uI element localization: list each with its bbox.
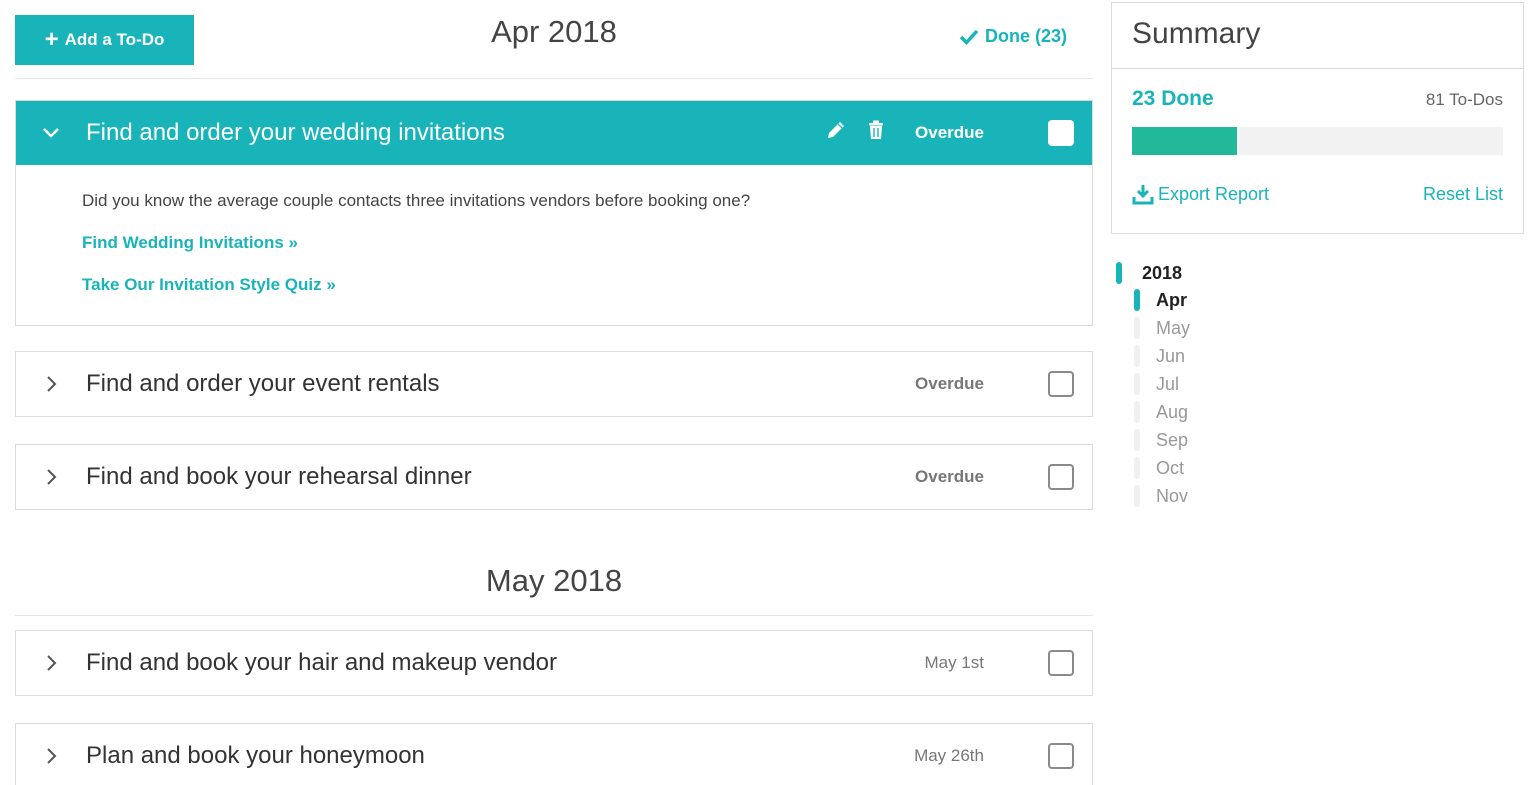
- task-item: Plan and book your honeymoon May 26th: [15, 723, 1093, 785]
- task-item: Find and book your rehearsal dinner Over…: [15, 444, 1093, 510]
- progress-bar: [1132, 127, 1503, 155]
- task-item: Find and order your event rentals Overdu…: [15, 351, 1093, 417]
- timeline-marker: [1116, 262, 1122, 284]
- task-item: Find and order your wedding invitations …: [15, 100, 1093, 326]
- timeline-marker: [1134, 289, 1140, 311]
- timeline-year[interactable]: 2018: [1116, 260, 1190, 286]
- task-header[interactable]: Find and book your hair and makeup vendo…: [16, 631, 1092, 695]
- timeline-month-label: Jul: [1156, 373, 1180, 394]
- timeline-marker: [1134, 485, 1140, 507]
- task-status: Overdue: [915, 123, 984, 142]
- task-status: Overdue: [915, 374, 984, 393]
- done-count: 23 Done: [1132, 87, 1214, 110]
- timeline-month-oct[interactable]: Oct: [1134, 454, 1190, 482]
- timeline-marker: [1134, 401, 1140, 423]
- total-count: 81 To-Dos: [1425, 90, 1503, 109]
- timeline-month-apr[interactable]: Apr: [1134, 286, 1190, 314]
- divider: [15, 615, 1093, 616]
- timeline-marker: [1134, 373, 1140, 395]
- timeline-year-label: 2018: [1142, 262, 1183, 283]
- export-report-link[interactable]: Export Report: [1132, 183, 1269, 205]
- task-checkbox[interactable]: [1048, 371, 1074, 397]
- timeline-month-label: Aug: [1156, 401, 1189, 422]
- timeline-nav: 2018 Apr May Jun Jul Aug Sep Oct Nov: [1116, 260, 1190, 510]
- checkmark-icon: [959, 29, 979, 45]
- task-due-date: May 1st: [924, 653, 984, 672]
- task-due-date: May 26th: [914, 746, 984, 765]
- timeline-month-jun[interactable]: Jun: [1134, 342, 1190, 370]
- timeline-month-aug[interactable]: Aug: [1134, 398, 1190, 426]
- timeline-month-nov[interactable]: Nov: [1134, 482, 1190, 510]
- summary-panel: Summary 23 Done 81 To-Dos Export Report …: [1111, 2, 1524, 234]
- task-header[interactable]: Find and order your event rentals Overdu…: [16, 352, 1092, 416]
- reset-list-link[interactable]: Reset List: [1423, 183, 1503, 205]
- task-status: Overdue: [915, 467, 984, 486]
- task-checkbox[interactable]: [1048, 464, 1074, 490]
- task-description: Did you know the average couple contacts…: [82, 191, 751, 210]
- progress-fill: [1132, 127, 1238, 155]
- timeline-marker: [1134, 429, 1140, 451]
- chevron-right-icon[interactable]: [16, 468, 86, 486]
- timeline-month-may[interactable]: May: [1134, 314, 1190, 342]
- timeline-months: Apr May Jun Jul Aug Sep Oct Nov: [1116, 286, 1190, 510]
- edit-pencil-icon[interactable]: [825, 119, 847, 146]
- find-wedding-invitations-link[interactable]: Find Wedding Invitations »: [82, 233, 1026, 253]
- task-details: Did you know the average couple contacts…: [16, 165, 1092, 325]
- timeline-month-label: Oct: [1156, 457, 1185, 478]
- task-header[interactable]: Plan and book your honeymoon May 26th: [16, 724, 1092, 785]
- task-item: Find and book your hair and makeup vendo…: [15, 630, 1093, 696]
- timeline-month-label: Apr: [1156, 289, 1187, 310]
- task-header[interactable]: Find and book your rehearsal dinner Over…: [16, 445, 1092, 509]
- timeline-marker: [1134, 345, 1140, 367]
- chevron-right-icon[interactable]: [16, 375, 86, 393]
- invitation-style-quiz-link[interactable]: Take Our Invitation Style Quiz »: [82, 275, 1026, 295]
- timeline-month-sep[interactable]: Sep: [1134, 426, 1190, 454]
- chevron-down-icon[interactable]: [16, 124, 86, 142]
- timeline-marker: [1134, 457, 1140, 479]
- summary-title: Summary: [1112, 3, 1523, 69]
- done-filter-link[interactable]: Done (23): [959, 26, 1067, 47]
- timeline-marker: [1134, 317, 1140, 339]
- task-checkbox[interactable]: [1048, 743, 1074, 769]
- task-checkbox[interactable]: [1048, 120, 1074, 146]
- section-title-apr: Apr 2018: [491, 14, 617, 49]
- trash-icon[interactable]: [865, 119, 887, 146]
- timeline-month-label: Jun: [1156, 345, 1186, 366]
- timeline-month-label: Sep: [1156, 429, 1189, 450]
- timeline-month-label: May: [1156, 317, 1191, 338]
- section-title-may: May 2018: [485, 563, 623, 598]
- task-actions: [825, 119, 887, 146]
- download-icon: [1132, 185, 1154, 205]
- summary-counts: 23 Done 81 To-Dos: [1112, 69, 1523, 111]
- chevron-right-icon[interactable]: [16, 747, 86, 765]
- divider: [15, 78, 1093, 79]
- timeline-month-jul[interactable]: Jul: [1134, 370, 1190, 398]
- done-filter-label: Done (23): [984, 26, 1067, 46]
- chevron-right-icon[interactable]: [16, 654, 86, 672]
- timeline-month-label: Nov: [1156, 485, 1189, 506]
- summary-actions: Export Report Reset List: [1112, 155, 1523, 205]
- export-report-label: Export Report: [1158, 183, 1270, 204]
- task-checkbox[interactable]: [1048, 650, 1074, 676]
- task-header[interactable]: Find and order your wedding invitations …: [16, 101, 1092, 165]
